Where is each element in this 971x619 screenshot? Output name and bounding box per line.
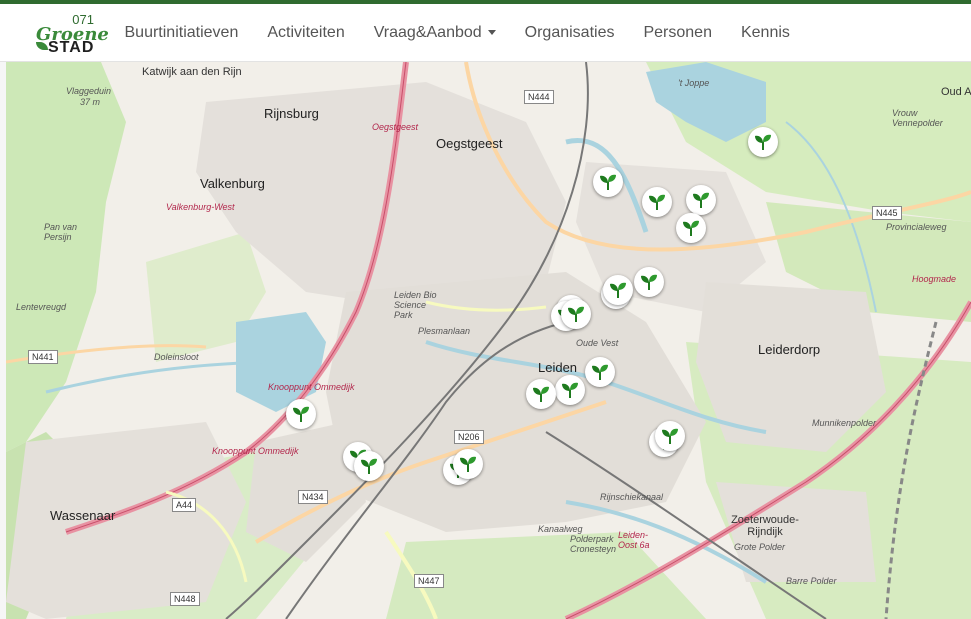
place-bio-science-park: Leiden Bio Science Park	[394, 290, 437, 320]
label-knooppunt-ommedijk-2: Knooppunt Ommedijk	[212, 446, 299, 456]
main-menu: Buurtinitiatieven Activiteiten Vraag&Aan…	[110, 4, 804, 61]
site-logo[interactable]: 071 Groene STAD	[34, 12, 109, 56]
nav-personen[interactable]: Personen	[629, 24, 727, 42]
street-kanaalweg: Kanaalweg	[538, 524, 583, 534]
place-oegstgeest: Oegstgeest	[436, 136, 503, 151]
road-shield-n434: N434	[298, 490, 328, 504]
place-vrouw-vennepolder: Vrouw Vennepolder	[892, 108, 943, 128]
label-knooppunt-ommedijk: Knooppunt Ommedijk	[268, 382, 355, 392]
label-leiden-oost: Leiden-Oost 6a	[618, 530, 650, 550]
sprout-icon	[592, 364, 608, 380]
place-rijnsburg: Rijnsburg	[264, 106, 319, 121]
nav-activiteiten[interactable]: Activiteiten	[253, 24, 359, 42]
sprout-icon	[568, 306, 584, 322]
street-doleinsloot: Doleinsloot	[154, 352, 199, 362]
navbar: 071 Groene STAD Buurtinitiatieven Activi…	[0, 4, 971, 62]
initiative-marker[interactable]	[642, 187, 672, 217]
place-lentevreugd: Lentevreugd	[16, 302, 67, 312]
street-plesmanlaan: Plesmanlaan	[418, 326, 471, 336]
sprout-icon	[460, 456, 476, 472]
place-barre-polder: Barre Polder	[786, 576, 837, 586]
road-shield-n447: N447	[414, 574, 444, 588]
place-valkenburg: Valkenburg	[200, 176, 265, 191]
road-shield-n445: N445	[872, 206, 902, 220]
initiative-marker[interactable]	[603, 275, 633, 305]
nav-buurtinitiatieven[interactable]: Buurtinitiatieven	[110, 24, 253, 42]
road-shield-n448: N448	[170, 592, 200, 606]
map-canvas[interactable]: Katwijk aan den Rijn Rijnsburg Oegstgees…	[6, 62, 971, 619]
initiative-marker[interactable]	[354, 451, 384, 481]
initiative-marker[interactable]	[561, 299, 591, 329]
sprout-icon	[693, 192, 709, 208]
place-munnikenpolder: Munnikenpolder	[812, 418, 877, 428]
nav-vraag-aanbod-label: Vraag&Aanbod	[373, 23, 482, 41]
nav-vraag-aanbod-dropdown[interactable]: Vraag&Aanbod	[359, 24, 510, 42]
label-hoogmade: Hoogmade	[912, 274, 957, 284]
label-oegstgeest-exit: Oegstgeest	[372, 122, 419, 132]
initiative-marker[interactable]	[453, 449, 483, 479]
sprout-icon	[755, 134, 771, 150]
place-pan-van-persijn: Pan van Persijn	[44, 222, 78, 242]
road-shield-n441: N441	[28, 350, 58, 364]
place-grote-polder: Grote Polder	[734, 542, 786, 552]
place-zoeterwoude: Zoeterwoude-Rijndijk	[731, 514, 799, 538]
sprout-icon	[600, 174, 616, 190]
sprout-icon	[533, 386, 549, 402]
initiative-marker[interactable]	[634, 267, 664, 297]
street-provincialeweg: Provincialeweg	[886, 222, 947, 232]
place-leiden: Leiden	[538, 360, 578, 375]
street-oude-vest: Oude Vest	[576, 338, 619, 348]
sprout-icon	[562, 382, 578, 398]
sprout-icon	[610, 282, 626, 298]
initiative-marker[interactable]	[593, 167, 623, 197]
initiative-marker[interactable]	[585, 357, 615, 387]
initiative-marker[interactable]	[676, 213, 706, 243]
place-vlaggeduin: Vlaggeduin	[66, 86, 112, 96]
initiative-marker[interactable]	[526, 379, 556, 409]
initiative-marker[interactable]	[748, 127, 778, 157]
road-shield-n206: N206	[454, 430, 484, 444]
sprout-icon	[662, 428, 678, 444]
road-shield-a44: A44	[172, 498, 197, 512]
initiative-marker[interactable]	[286, 399, 316, 429]
logo-word-stad: STAD	[48, 39, 95, 56]
initiative-marker[interactable]	[555, 375, 585, 405]
place-vlaggeduin-height: 37 m	[80, 97, 101, 107]
initiative-marker[interactable]	[686, 185, 716, 215]
sprout-icon	[361, 458, 377, 474]
nav-organisaties[interactable]: Organisaties	[510, 24, 629, 42]
place-wassenaar: Wassenaar	[50, 508, 116, 523]
place-katwijk: Katwijk aan den Rijn	[142, 66, 242, 78]
place-leiderdorp: Leiderdorp	[758, 342, 821, 357]
sprout-icon	[649, 194, 665, 210]
nav-kennis[interactable]: Kennis	[726, 24, 804, 42]
road-shield-n444: N444	[524, 90, 554, 104]
street-rijnschiekanaal: Rijnschiekanaal	[600, 492, 664, 502]
caret-down-icon	[487, 29, 496, 35]
initiative-marker[interactable]	[655, 421, 685, 451]
label-valkenburg-west: Valkenburg-West	[166, 202, 235, 212]
sprout-icon	[293, 406, 309, 422]
sprout-icon	[641, 274, 657, 290]
place-tjoppe: 't Joppe	[678, 78, 710, 88]
place-oud: Oud A	[941, 86, 971, 98]
sprout-icon	[683, 220, 699, 236]
